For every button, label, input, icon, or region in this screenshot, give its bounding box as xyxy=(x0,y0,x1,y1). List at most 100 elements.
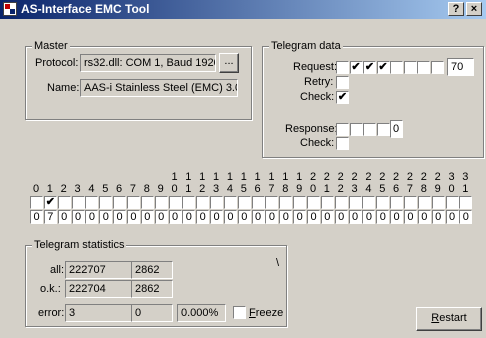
slave-ones-digit: 4 xyxy=(88,183,95,195)
slave-17-checkbox[interactable] xyxy=(265,196,279,209)
slave-2-value[interactable]: 0 xyxy=(57,210,71,224)
slave-29-value[interactable]: 0 xyxy=(431,210,445,224)
slave-5-checkbox[interactable] xyxy=(99,196,113,209)
request-bit-0-checkbox[interactable] xyxy=(336,61,349,74)
slave-4-checkbox[interactable] xyxy=(85,196,99,209)
slave-31-value[interactable]: 0 xyxy=(459,210,473,224)
slave-19-value[interactable]: 0 xyxy=(293,210,307,224)
slave-1-checkbox[interactable]: ✔ xyxy=(43,196,57,209)
slave-5-value[interactable]: 0 xyxy=(99,210,113,224)
slave-16-checkbox[interactable] xyxy=(251,196,265,209)
slave-25-checkbox[interactable] xyxy=(376,196,390,209)
response-value-field[interactable]: 0 xyxy=(390,120,403,138)
slave-14-value[interactable]: 0 xyxy=(223,210,237,224)
name-field[interactable]: AAS-i Stainless Steel (EMC) 3.0 xyxy=(80,79,238,97)
slave-3-checkbox[interactable] xyxy=(71,196,85,209)
slave-15-checkbox[interactable] xyxy=(237,196,251,209)
slave-26-checkbox[interactable] xyxy=(390,196,404,209)
slave-23-value[interactable]: 0 xyxy=(348,210,362,224)
response-bit-0-checkbox[interactable] xyxy=(336,123,349,136)
slave-31-checkbox[interactable] xyxy=(459,196,473,209)
slave-30-checkbox[interactable] xyxy=(445,196,459,209)
request-bit-1-checkbox[interactable]: ✔ xyxy=(349,61,363,74)
slave-28-value[interactable]: 0 xyxy=(417,210,431,224)
slave-21-checkbox[interactable] xyxy=(320,196,334,209)
slave-tens-digit: 2 xyxy=(323,171,330,183)
slave-11-checkbox[interactable] xyxy=(182,196,196,209)
slave-27-value[interactable]: 0 xyxy=(403,210,417,224)
slave-25-value[interactable]: 0 xyxy=(376,210,390,224)
request-bit-2-checkbox[interactable]: ✔ xyxy=(363,61,376,74)
slave-24-value[interactable]: 0 xyxy=(362,210,376,224)
restart-button[interactable]: Restart xyxy=(416,307,482,331)
slave-29-checkbox[interactable] xyxy=(431,196,445,209)
response-bit-2-checkbox[interactable] xyxy=(363,123,376,136)
request-bit-5-checkbox[interactable] xyxy=(403,61,417,74)
slave-4-value[interactable]: 0 xyxy=(85,210,99,224)
slave-3-value[interactable]: 0 xyxy=(71,210,85,224)
help-button[interactable]: ? xyxy=(448,2,464,16)
slave-16-value[interactable]: 0 xyxy=(251,210,265,224)
slave-7-value[interactable]: 0 xyxy=(126,210,140,224)
slave-22-checkbox[interactable] xyxy=(334,196,348,209)
slave-tens-digit: 2 xyxy=(351,171,358,183)
slave-10-value[interactable]: 0 xyxy=(168,210,182,224)
slave-27-checkbox[interactable] xyxy=(403,196,417,209)
response-check-checkbox[interactable] xyxy=(336,137,349,150)
response-bit-3-checkbox[interactable] xyxy=(376,123,390,136)
slave-26-value[interactable]: 0 xyxy=(390,210,404,224)
slave-6-value[interactable]: 0 xyxy=(113,210,127,224)
slave-15-value[interactable]: 0 xyxy=(237,210,251,224)
slave-18-value[interactable]: 0 xyxy=(279,210,293,224)
title-bar[interactable]: AS-Interface EMC Tool ? × xyxy=(0,0,486,19)
response-bit-1-checkbox[interactable] xyxy=(349,123,363,136)
slave-20-checkbox[interactable] xyxy=(307,196,320,209)
slave-20-value[interactable]: 0 xyxy=(307,210,320,224)
slave-ones-digit: 3 xyxy=(351,183,358,195)
slave-0-checkbox[interactable] xyxy=(30,196,43,209)
slave-28-checkbox[interactable] xyxy=(417,196,431,209)
slave-7-checkbox[interactable] xyxy=(126,196,140,209)
protocol-field[interactable]: rs32.dll: COM 1, Baud 19200 xyxy=(80,54,216,72)
slave-14-checkbox[interactable] xyxy=(223,196,237,209)
request-bit-6-checkbox[interactable] xyxy=(417,61,430,74)
slave-0-value[interactable]: 0 xyxy=(30,210,43,224)
slave-13-checkbox[interactable] xyxy=(210,196,224,209)
request-bit-4-checkbox[interactable] xyxy=(390,61,403,74)
slave-ones-digit: 1 xyxy=(462,183,469,195)
slave-13-value[interactable]: 0 xyxy=(210,210,224,224)
slave-19-checkbox[interactable] xyxy=(293,196,307,209)
slave-1-value[interactable]: 7 xyxy=(43,210,57,224)
browse-button[interactable]: ... xyxy=(219,53,239,73)
ok-label: o.k.: xyxy=(40,283,61,295)
request-bit-3-checkbox[interactable]: ✔ xyxy=(376,61,390,74)
slave-12-checkbox[interactable] xyxy=(196,196,210,209)
slave-30-value[interactable]: 0 xyxy=(445,210,459,224)
slave-9-value[interactable]: 0 xyxy=(154,210,168,224)
slave-24-checkbox[interactable] xyxy=(362,196,376,209)
request-check-checkbox[interactable]: ✔ xyxy=(336,91,349,104)
slave-22-value[interactable]: 0 xyxy=(334,210,348,224)
slave-17-value[interactable]: 0 xyxy=(265,210,279,224)
slave-12-value[interactable]: 0 xyxy=(196,210,210,224)
freeze-checkbox[interactable] xyxy=(233,306,246,319)
close-button[interactable]: × xyxy=(466,2,482,16)
slave-23-checkbox[interactable] xyxy=(348,196,362,209)
slave-10-checkbox[interactable] xyxy=(168,196,182,209)
slave-ones-digit: 5 xyxy=(240,183,247,195)
slave-ones-digit: 2 xyxy=(337,183,344,195)
slave-6-checkbox[interactable] xyxy=(113,196,127,209)
ok-value-field: 222704 xyxy=(65,280,132,298)
slave-9-checkbox[interactable] xyxy=(154,196,168,209)
slave-2-checkbox[interactable] xyxy=(57,196,71,209)
slave-8-value[interactable]: 0 xyxy=(140,210,154,224)
slave-18-checkbox[interactable] xyxy=(279,196,293,209)
slave-tens-digit: 1 xyxy=(268,171,275,183)
retry-checkbox[interactable] xyxy=(336,76,349,89)
request-bit-7-checkbox[interactable] xyxy=(430,61,444,74)
slave-21-value[interactable]: 0 xyxy=(320,210,334,224)
slave-11-value[interactable]: 0 xyxy=(182,210,196,224)
freeze-label[interactable]: Freeze xyxy=(249,307,283,320)
slave-8-checkbox[interactable] xyxy=(140,196,154,209)
request-value-field[interactable]: 70 xyxy=(447,58,474,76)
